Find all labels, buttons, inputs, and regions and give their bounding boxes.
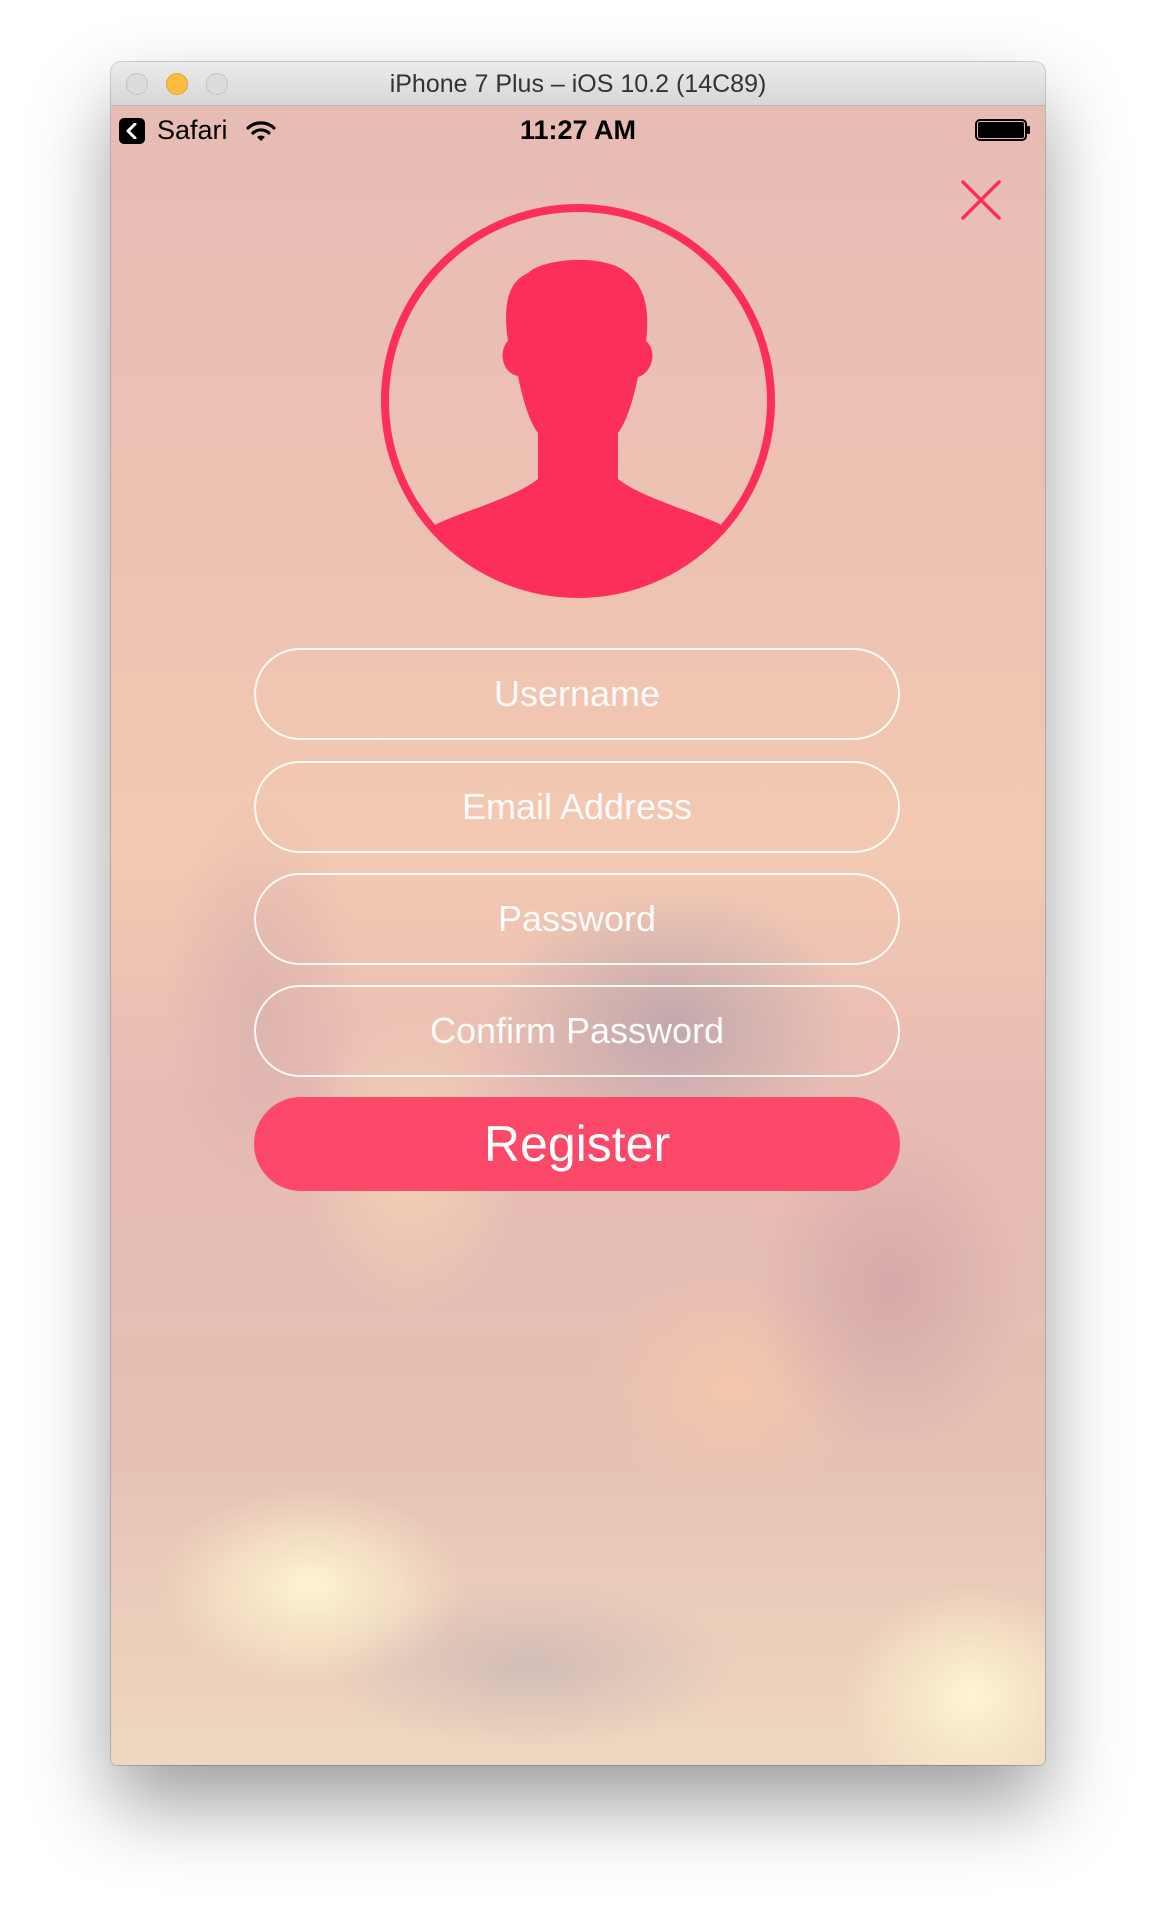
ios-screen: Safari 11:27 AM Username Email Address R… bbox=[111, 106, 1045, 1765]
password-input[interactable] bbox=[254, 873, 900, 965]
close-icon[interactable] bbox=[959, 178, 1003, 222]
status-time: 11:27 AM bbox=[519, 115, 637, 145]
register-button[interactable]: Register bbox=[254, 1097, 900, 1191]
username-input[interactable] bbox=[254, 648, 900, 740]
window-titlebar: iPhone 7 Plus – iOS 10.2 (14C89) bbox=[111, 62, 1045, 106]
user-avatar-icon[interactable] bbox=[378, 201, 778, 601]
email-input[interactable] bbox=[254, 761, 900, 853]
battery-icon bbox=[975, 119, 1031, 146]
window-title: iPhone 7 Plus – iOS 10.2 (14C89) bbox=[389, 70, 767, 98]
simulator-window: iPhone 7 Plus – iOS 10.2 (14C89) Safari … bbox=[111, 62, 1045, 1765]
status-bar: Safari 11:27 AM bbox=[111, 106, 1045, 154]
confirm-password-input[interactable] bbox=[254, 985, 900, 1077]
